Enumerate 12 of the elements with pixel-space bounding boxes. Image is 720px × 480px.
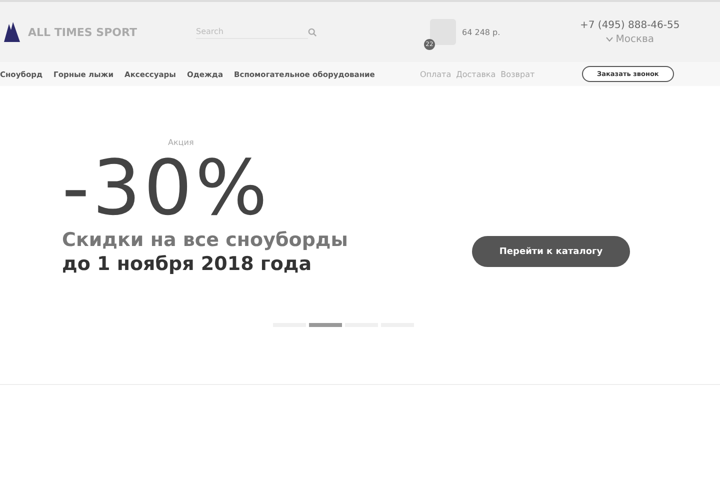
phone-number: +7 (495) 888-46-55 bbox=[580, 20, 680, 30]
mountain-logo-icon bbox=[4, 22, 20, 42]
catalog-button[interactable]: Перейти к каталогу bbox=[472, 236, 630, 267]
promo-subtitle: Скидки на все сноуборды bbox=[62, 229, 349, 251]
slide-indicator[interactable] bbox=[309, 323, 342, 327]
promo-deadline: до 1 ноября 2018 года bbox=[62, 253, 313, 275]
chevron-down-icon bbox=[606, 36, 613, 42]
discount-heading: -30% bbox=[62, 147, 270, 229]
promo-label: Акция bbox=[168, 138, 195, 147]
search-icon bbox=[308, 28, 317, 36]
cart-total: 64 248 р. bbox=[462, 28, 500, 36]
logo-text: ALL TIMES SPORT bbox=[28, 26, 137, 38]
